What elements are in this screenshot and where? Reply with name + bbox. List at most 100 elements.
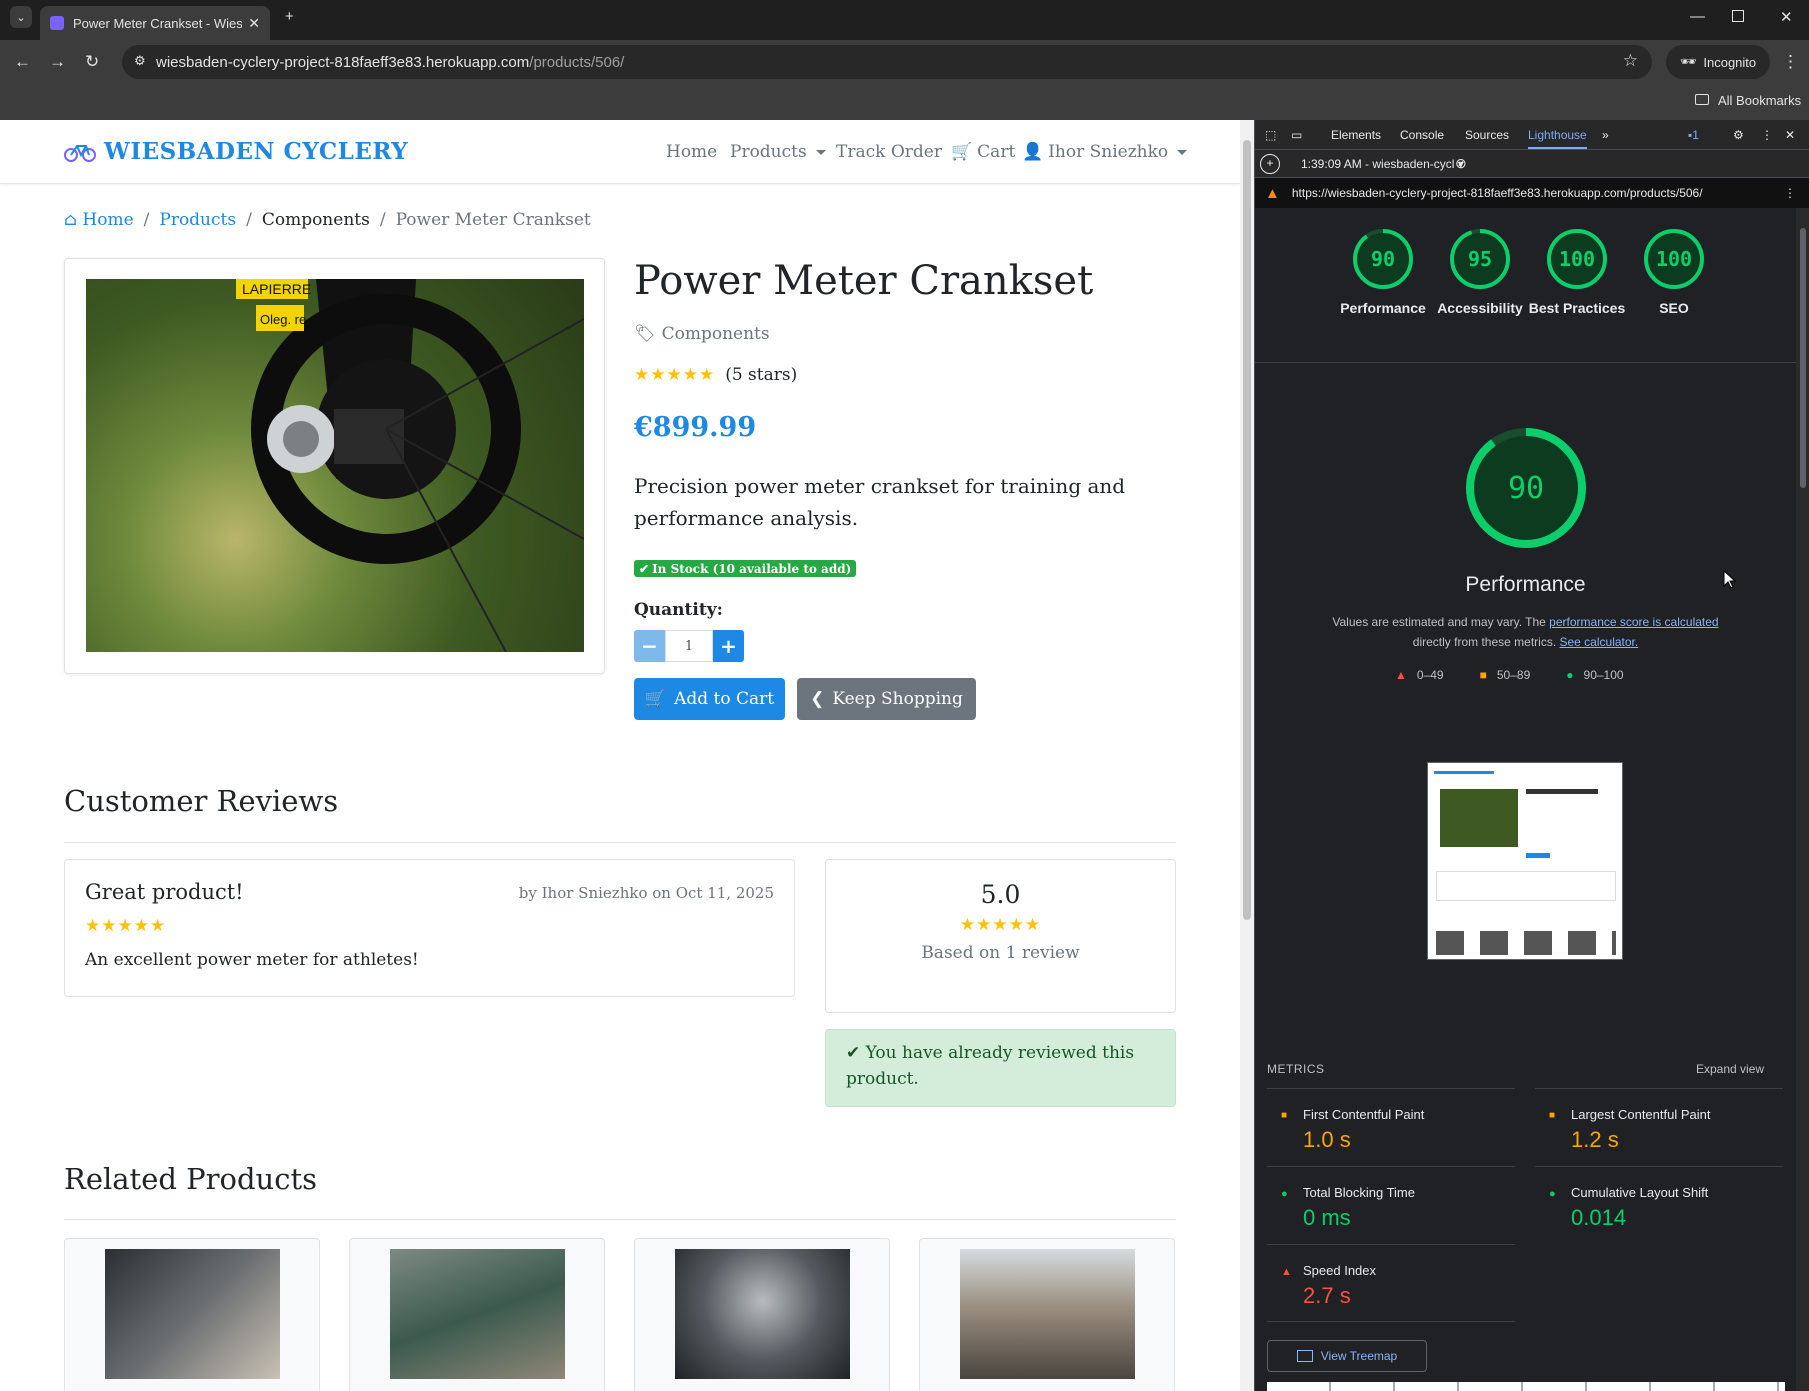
filmstrip <box>1267 1382 1785 1391</box>
score-gauge[interactable]: 100 SEO <box>1624 226 1724 318</box>
address-bar[interactable]: ⚙ wiesbaden-cyclery-project-818faeff3e83… <box>122 45 1652 79</box>
tab-title: Power Meter Crankset - Wiesba <box>73 15 243 31</box>
incognito-badge[interactable]: 🕶 Incognito <box>1666 45 1770 79</box>
devtools-close-icon[interactable]: ✕ <box>1785 128 1795 142</box>
square-icon: ■ <box>1549 1110 1556 1121</box>
metric-value: 0 ms <box>1303 1205 1351 1230</box>
related-product-card[interactable] <box>349 1238 605 1391</box>
nav-cart-label: Cart <box>977 142 1016 162</box>
more-tabs-icon[interactable]: » <box>1602 128 1609 142</box>
breadcrumb-separator: / <box>143 210 150 230</box>
metric-name: Total Blocking Time <box>1303 1185 1415 1200</box>
devtools-menu-icon[interactable]: ⋮ <box>1761 128 1773 142</box>
minimize-icon[interactable]: — <box>1690 8 1705 25</box>
related-product-card[interactable] <box>634 1238 890 1391</box>
note-text: Values are estimated and may vary. The <box>1332 615 1550 629</box>
cart-icon: 🛒 <box>951 142 973 162</box>
gauge-ring: 100 <box>1644 229 1704 289</box>
nav-track-order[interactable]: Track Order <box>836 142 942 162</box>
gauge-label: Accessibility <box>1437 300 1523 316</box>
page-scrollbar-thumb[interactable] <box>1243 140 1251 920</box>
view-treemap-button[interactable]: View Treemap <box>1267 1340 1427 1372</box>
breadcrumb-current: Power Meter Crankset <box>395 210 591 230</box>
quantity-input[interactable]: 1 <box>665 630 713 662</box>
legend-average: ■ 50–89 <box>1480 668 1531 682</box>
score-calculated-link[interactable]: performance score is calculated <box>1549 615 1718 629</box>
inspect-element-icon[interactable]: ⬚ <box>1265 128 1276 142</box>
maximize-icon[interactable] <box>1732 10 1744 22</box>
nav-user-label: Ihor Sniezhko <box>1048 142 1169 162</box>
nav-products[interactable]: Products <box>730 142 826 162</box>
legend-fail: ▲ 0–49 <box>1395 668 1444 682</box>
see-calculator-link[interactable]: See calculator. <box>1560 635 1639 649</box>
gauge-label: SEO <box>1659 300 1689 316</box>
breadcrumb-products[interactable]: Products <box>159 210 236 230</box>
issues-badge[interactable]: ▪1 <box>1688 128 1699 142</box>
score-note: Values are estimated and may vary. The p… <box>1285 612 1766 652</box>
quantity-increase-button[interactable]: + <box>713 630 744 662</box>
devtools-panel: ⬚ ▭ Elements Console Sources Lighthouse … <box>1254 120 1809 1391</box>
expand-view-toggle[interactable]: Expand view <box>1696 1062 1764 1076</box>
browser-tab-strip: ⌄ Power Meter Crankset - Wiesba ✕ + — ✕ <box>0 0 1809 40</box>
device-toolbar-icon[interactable]: ▭ <box>1291 128 1302 142</box>
devtools-scrollbar-thumb[interactable] <box>1800 228 1806 488</box>
forward-icon[interactable]: → <box>49 52 66 72</box>
tab-console[interactable]: Console <box>1400 128 1444 142</box>
photo-sticker-top: LAPIERRE <box>242 281 311 297</box>
metric-cls: ● Cumulative Layout Shift 0.014 <box>1535 1166 1783 1244</box>
report-url[interactable]: https://wiesbaden-cyclery-project-818fae… <box>1292 186 1703 200</box>
close-tab-icon[interactable]: ✕ <box>248 15 260 32</box>
browser-tab[interactable]: Power Meter Crankset - Wiesba ✕ <box>40 6 270 40</box>
keep-shopping-button[interactable]: ❮ Keep Shopping <box>797 678 976 720</box>
product-price: €899.99 <box>634 412 757 443</box>
quantity-decrease-button[interactable]: − <box>634 630 665 662</box>
new-tab-icon[interactable]: + <box>285 8 294 25</box>
home-icon: ⌂ <box>64 210 77 230</box>
score-gauge[interactable]: 95 Accessibility <box>1430 226 1530 318</box>
thumb-brand <box>1434 771 1494 774</box>
tab-sources[interactable]: Sources <box>1465 128 1509 142</box>
score-gauge[interactable]: 100 Best Practices <box>1527 226 1627 318</box>
report-selector-label: 1:39:09 AM - wiesbaden-cycl <box>1301 157 1455 171</box>
related-product-card[interactable] <box>64 1238 320 1391</box>
brand-link[interactable]: WIESBADEN CYCLERY <box>64 138 408 165</box>
metric-lcp: ■ Largest Contentful Paint 1.2 s <box>1535 1088 1783 1166</box>
thumb-title <box>1526 789 1598 794</box>
tab-lighthouse[interactable]: Lighthouse <box>1528 128 1587 149</box>
nav-user-menu[interactable]: 👤 Ihor Sniezhko <box>1022 142 1188 162</box>
score-gauge[interactable]: 90 Performance <box>1333 226 1433 318</box>
browser-menu-icon[interactable]: ⋮ <box>1782 52 1799 72</box>
settings-gear-icon[interactable]: ⚙ <box>1733 128 1744 142</box>
review-meta: by Ihor Sniezhko on Oct 11, 2025 <box>518 884 774 902</box>
back-icon[interactable]: ← <box>14 52 31 72</box>
page-scrollbar[interactable] <box>1240 120 1254 1391</box>
all-bookmarks-link[interactable]: All Bookmarks <box>1718 93 1801 108</box>
nav-cart[interactable]: 🛒 Cart <box>951 142 1015 162</box>
square-icon: ■ <box>1281 1110 1288 1121</box>
devtools-scrollbar[interactable] <box>1796 208 1809 1391</box>
report-selector[interactable]: 1:39:09 AM - wiesbaden-cycl ▾ <box>1301 157 1464 171</box>
brand-name: WIESBADEN CYCLERY <box>104 138 409 165</box>
clear-reports-icon[interactable]: ⊘ <box>1455 155 1467 172</box>
new-report-icon[interactable]: + <box>1260 154 1280 174</box>
crankset-photo-graphic: LAPIERRE Oleg. re <box>236 279 584 652</box>
report-menu-icon[interactable]: ⋮ <box>1784 186 1796 200</box>
nav-home[interactable]: Home <box>666 142 717 162</box>
tab-elements[interactable]: Elements <box>1331 128 1381 142</box>
add-to-cart-button[interactable]: 🛒 Add to Cart <box>634 678 785 720</box>
breadcrumb-category[interactable]: Components <box>262 210 370 230</box>
reload-icon[interactable]: ↻ <box>85 52 99 72</box>
lighthouse-toolbar: + 1:39:09 AM - wiesbaden-cycl ▾ ⊘ <box>1255 150 1809 178</box>
breadcrumb-home[interactable]: ⌂ Home <box>64 210 134 230</box>
related-product-card[interactable] <box>919 1238 1175 1391</box>
gauge-label: Best Practices <box>1528 300 1626 316</box>
tab-search-button[interactable]: ⌄ <box>10 6 32 28</box>
bookmark-star-icon[interactable]: ☆ <box>1623 51 1638 71</box>
window-close-icon[interactable]: ✕ <box>1780 8 1793 26</box>
gauge-value: 100 <box>1656 247 1692 271</box>
final-screenshot-thumbnail[interactable] <box>1427 762 1623 960</box>
review-title: Great product! <box>85 880 244 904</box>
site-info-icon[interactable]: ⚙ <box>134 53 146 69</box>
related-product-image <box>960 1249 1135 1379</box>
main-gauge-ring: 90 <box>1466 428 1586 548</box>
